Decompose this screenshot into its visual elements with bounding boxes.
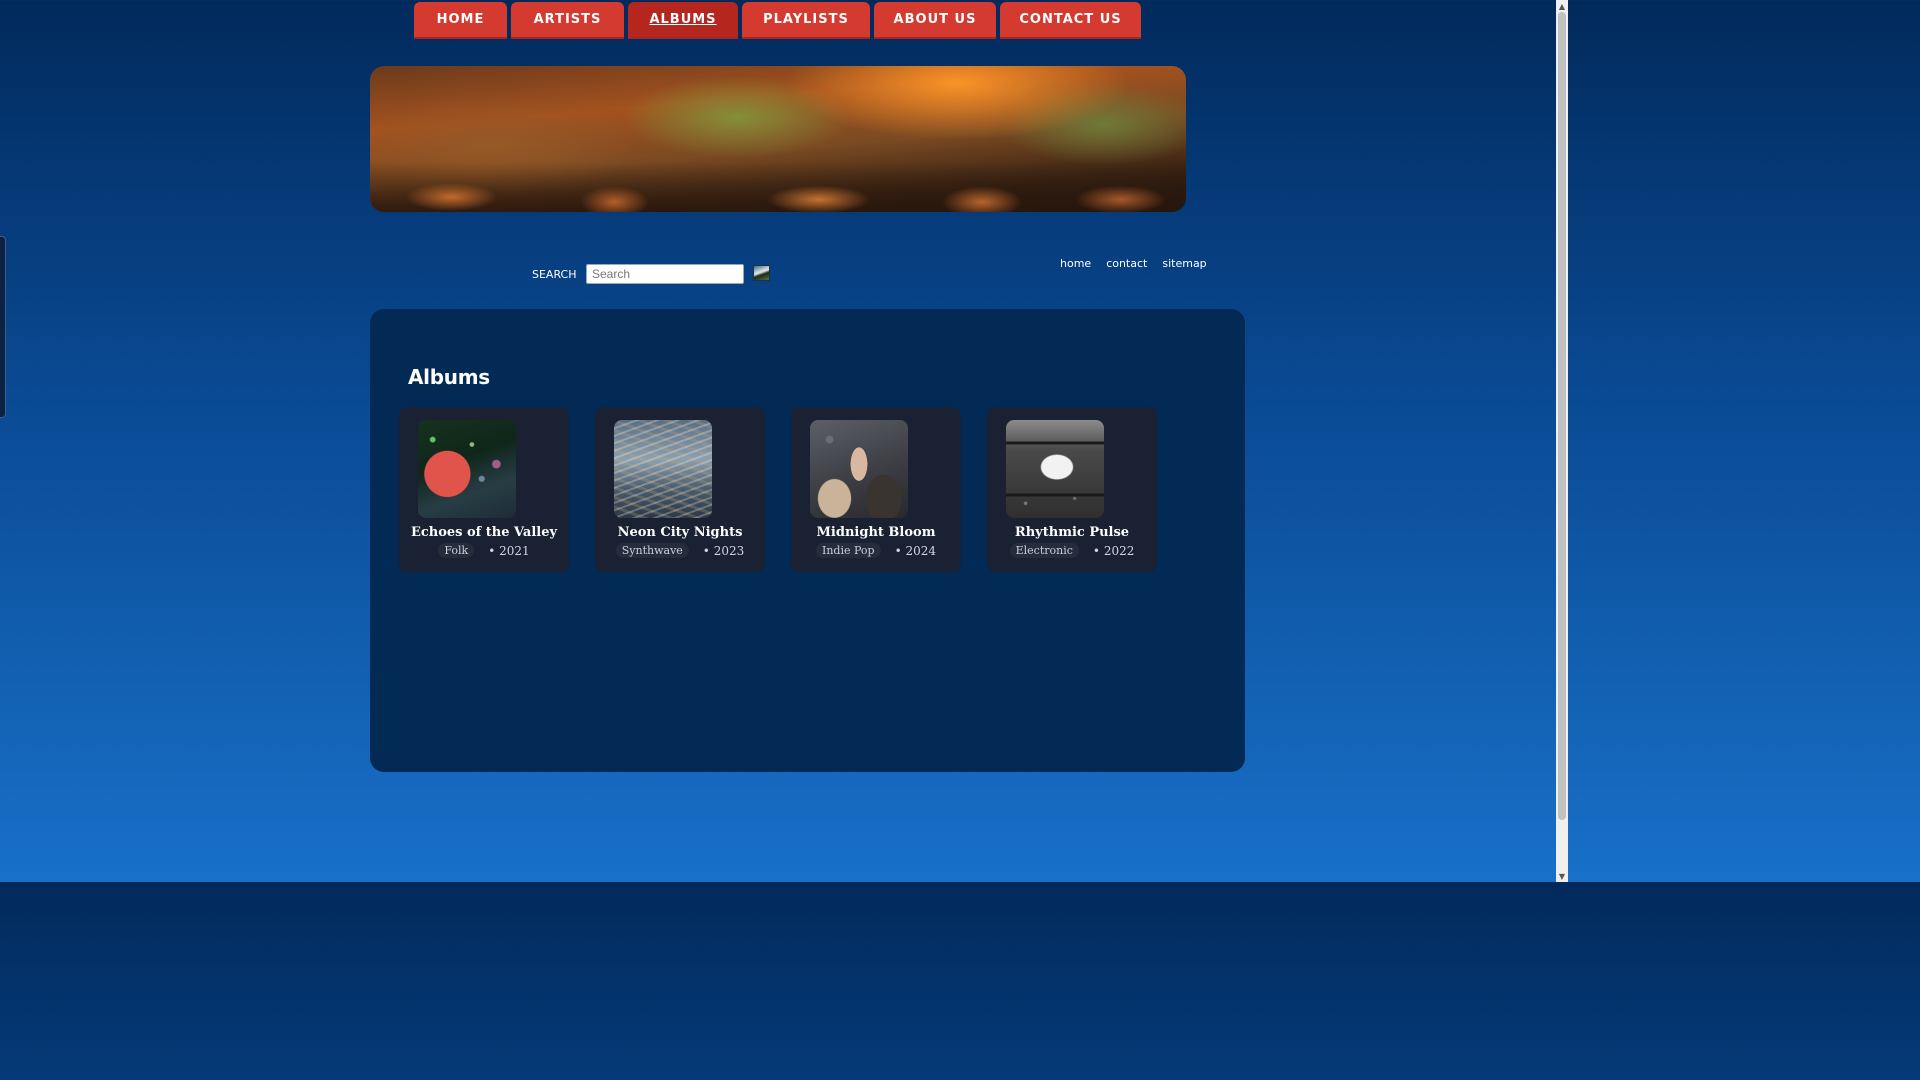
album-year: • 2022 xyxy=(1092,543,1135,558)
album-meta: Synthwave • 2023 xyxy=(595,543,765,558)
header-banner-image xyxy=(370,66,1186,212)
util-link-home[interactable]: home xyxy=(1060,257,1091,270)
album-year: • 2024 xyxy=(894,543,937,558)
util-link-sitemap[interactable]: sitemap xyxy=(1162,257,1206,270)
album-card[interactable]: Midnight Bloom Indie Pop • 2024 xyxy=(791,407,961,572)
scroll-up-arrow-icon[interactable]: ▲ xyxy=(1556,0,1568,12)
album-title: Rhythmic Pulse xyxy=(1014,525,1130,540)
util-link-contact[interactable]: contact xyxy=(1106,257,1147,270)
genre-badge: Synthwave xyxy=(615,543,689,558)
nav-tab-albums[interactable]: ALBUMS xyxy=(628,2,738,39)
search-label: SEARCH xyxy=(532,268,577,281)
album-card[interactable]: Rhythmic Pulse Electronic • 2022 xyxy=(987,407,1157,572)
banner-rocks xyxy=(370,162,1186,212)
search-input[interactable] xyxy=(586,264,744,284)
utility-links: home contact sitemap xyxy=(1060,257,1207,270)
genre-badge: Indie Pop xyxy=(815,543,881,558)
album-title: Echoes of the Valley xyxy=(410,525,558,540)
album-card[interactable]: Neon City Nights Synthwave • 2023 xyxy=(595,407,765,572)
genre-badge: Electronic xyxy=(1009,543,1079,558)
album-cover-image xyxy=(418,420,516,518)
nav-tab-artists[interactable]: ARTISTS xyxy=(511,2,624,39)
page-title: Albums xyxy=(408,365,490,389)
search-submit-button[interactable] xyxy=(753,265,770,281)
genre-badge: Folk xyxy=(438,543,475,558)
album-cover-image xyxy=(614,420,712,518)
album-title: Neon City Nights xyxy=(617,525,743,540)
nav-tab-playlists[interactable]: PLAYLISTS xyxy=(742,2,870,39)
album-grid: Echoes of the Valley Folk • 2021 Neon Ci… xyxy=(399,407,1157,572)
page-scrollbar[interactable]: ▲ ▼ xyxy=(1556,0,1568,882)
nav-tab-home[interactable]: HOME xyxy=(414,2,507,39)
album-meta: Indie Pop • 2024 xyxy=(791,543,961,558)
main-nav: HOME ARTISTS ALBUMS PLAYLISTS ABOUT US C… xyxy=(414,2,1141,39)
scrollbar-thumb[interactable] xyxy=(1558,12,1566,820)
album-meta: Folk • 2021 xyxy=(399,543,569,558)
album-year: • 2021 xyxy=(488,543,530,558)
album-cover-image xyxy=(1006,420,1104,518)
album-card[interactable]: Echoes of the Valley Folk • 2021 xyxy=(399,407,569,572)
album-meta: Electronic • 2022 xyxy=(987,543,1157,558)
albums-panel: Albums Echoes of the Valley Folk • 2021 … xyxy=(370,309,1245,772)
album-cover-image xyxy=(810,420,908,518)
nav-tab-contact-us[interactable]: CONTACT US xyxy=(1000,2,1141,39)
album-year: • 2023 xyxy=(702,543,745,558)
nav-tab-about-us[interactable]: ABOUT US xyxy=(874,2,996,39)
scroll-down-arrow-icon[interactable]: ▼ xyxy=(1556,870,1568,882)
album-title: Midnight Bloom xyxy=(816,525,936,540)
side-drawer-handle[interactable] xyxy=(0,236,6,418)
